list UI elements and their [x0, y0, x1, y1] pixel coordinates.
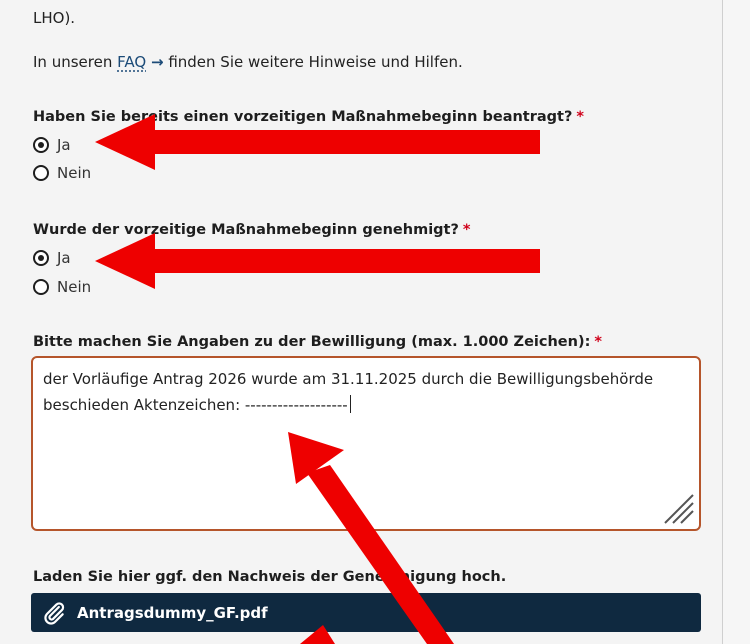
- paperclip-icon: [44, 601, 65, 625]
- lho-text: LHO).: [33, 9, 76, 27]
- radio-button[interactable]: [33, 165, 49, 181]
- form-panel: LHO). In unseren FAQ → finden Sie weiter…: [0, 0, 723, 644]
- question-3-label: Bitte machen Sie Angaben zu der Bewillig…: [33, 334, 602, 350]
- required-marker: *: [594, 334, 602, 350]
- bewilligung-textarea[interactable]: der Vorläufige Antrag 2026 wurde am 31.1…: [31, 356, 701, 531]
- radio-label-nein: Nein: [57, 164, 92, 182]
- faq-link[interactable]: FAQ: [117, 53, 146, 71]
- arrow-right-icon: →: [150, 53, 164, 71]
- uploaded-file-button[interactable]: Antragsdummy_GF.pdf: [31, 593, 701, 632]
- question-2-label: Wurde der vorzeitige Maßnahmebeginn gene…: [33, 222, 470, 238]
- question-1-text: Haben Sie bereits einen vorzeitigen Maßn…: [33, 109, 573, 125]
- question-1-option-ja[interactable]: Ja: [33, 136, 71, 154]
- required-marker: *: [462, 222, 471, 238]
- faq-suffix: finden Sie weitere Hinweise und Hilfen.: [168, 53, 463, 71]
- uploaded-file-name: Antragsdummy_GF.pdf: [77, 603, 268, 622]
- upload-label: Laden Sie hier ggf. den Nachweis der Gen…: [33, 569, 507, 585]
- question-3-text: Bitte machen Sie Angaben zu der Bewillig…: [33, 334, 591, 350]
- radio-button-checked[interactable]: [33, 137, 49, 153]
- question-2-text: Wurde der vorzeitige Maßnahmebeginn gene…: [33, 222, 459, 238]
- faq-line: In unseren FAQ → finden Sie weitere Hinw…: [33, 52, 463, 72]
- scroll-area-right: [723, 0, 750, 644]
- faq-prefix: In unseren: [33, 53, 113, 71]
- question-2-option-ja[interactable]: Ja: [33, 249, 71, 267]
- text-caret: [349, 395, 351, 413]
- radio-label-ja: Ja: [57, 249, 71, 267]
- radio-button-checked[interactable]: [33, 250, 49, 266]
- question-1-option-nein[interactable]: Nein: [33, 164, 91, 182]
- radio-label-ja: Ja: [57, 136, 71, 154]
- radio-label-nein: Nein: [57, 278, 92, 296]
- radio-button[interactable]: [33, 279, 49, 295]
- resize-handle-icon[interactable]: [659, 489, 695, 525]
- textarea-line-2: beschieden Aktenzeichen: ---------------…: [43, 396, 348, 414]
- required-marker: *: [576, 109, 584, 125]
- question-1-label: Haben Sie bereits einen vorzeitigen Maßn…: [33, 109, 584, 125]
- question-2-option-nein[interactable]: Nein: [33, 278, 91, 296]
- textarea-line-2-wrap: beschieden Aktenzeichen: ---------------…: [43, 392, 689, 418]
- textarea-line-1: der Vorläufige Antrag 2026 wurde am 31.1…: [43, 370, 654, 388]
